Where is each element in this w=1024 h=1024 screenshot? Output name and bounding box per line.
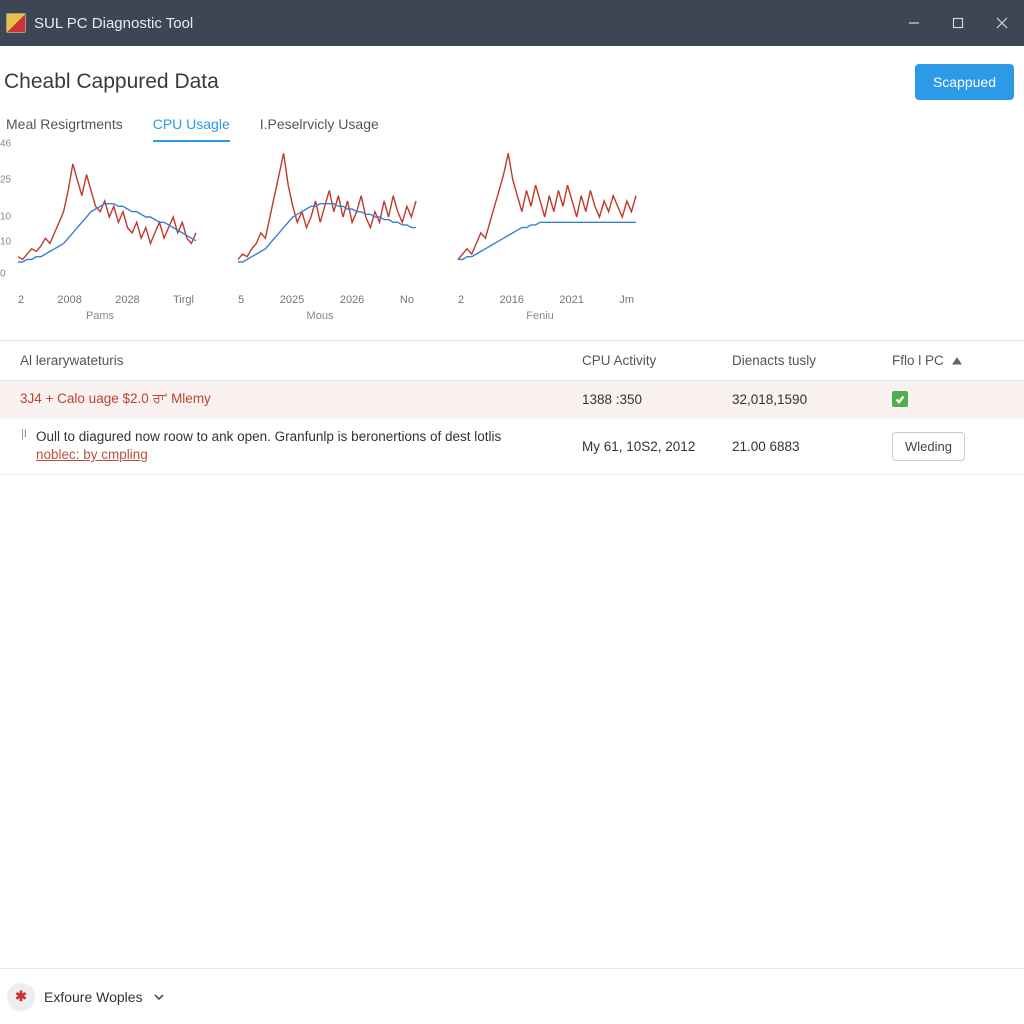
window-title: SUL PC Diagnostic Tool	[34, 15, 193, 32]
chart-1-xaxis: 5 2025 2026 No	[220, 294, 420, 306]
footer-label[interactable]: Exfoure Woples	[44, 989, 143, 1005]
chart-0: 46 25 10 10 0 2 2008 2028 Tirgl Pams	[0, 144, 200, 322]
chart-2-xaxis: 2 2016 2021 Jm	[440, 294, 640, 306]
results-table: Al lerarywateturis CPU Activity Dienacts…	[0, 340, 1024, 475]
row-description: Oull to diagured now roow to ank open. G…	[36, 428, 501, 464]
footer-badge-icon: ✱	[8, 984, 34, 1010]
col-pc[interactable]: Fflo l PC	[892, 353, 988, 368]
sort-asc-icon	[952, 356, 962, 366]
table-row[interactable]: |I Oull to diagured now roow to ank open…	[0, 418, 1024, 475]
chart-1-xlabel: Mous	[220, 310, 420, 322]
row-cpu: My 61, 10S2, 2012	[582, 439, 732, 454]
window-maximize-button[interactable]	[936, 0, 980, 46]
tab-meal-resigrtments[interactable]: Meal Resigrtments	[6, 110, 123, 142]
check-icon	[892, 391, 908, 407]
chevron-down-icon	[153, 991, 165, 1003]
row-marker-icon: |I	[20, 428, 28, 440]
tab-peselrvicly-usage[interactable]: I.Peselrvicly Usage	[260, 110, 379, 142]
col-alerts[interactable]: Al lerarywateturis	[20, 353, 582, 368]
row-primary: 3J4 + Calo uage $2.0 ਰਾ' Mlemy	[20, 391, 211, 407]
row-action: Wleding	[892, 432, 988, 461]
footer-bar: ✱ Exfoure Woples	[0, 968, 1024, 1024]
chart-0-svg	[0, 144, 200, 274]
page-header: Cheabl Cappured Data Scappued	[0, 46, 1024, 106]
tab-strip: Meal Resigrtments CPU Usagle I.Peselrvic…	[0, 110, 1024, 142]
col-diag[interactable]: Dienacts tusly	[732, 353, 892, 368]
table-header: Al lerarywateturis CPU Activity Dienacts…	[0, 341, 1024, 381]
app-icon	[6, 13, 26, 33]
charts-row: 46 25 10 10 0 2 2008 2028 Tirgl Pams	[0, 142, 1024, 330]
chart-0-xaxis: 2 2008 2028 Tirgl	[0, 294, 200, 306]
window-titlebar: SUL PC Diagnostic Tool	[0, 0, 1024, 46]
page-title: Cheabl Cappured Data	[4, 70, 219, 94]
col-cpu[interactable]: CPU Activity	[582, 353, 732, 368]
table-row[interactable]: 3J4 + Calo uage $2.0 ਰਾ' Mlemy 1388 :350…	[0, 381, 1024, 418]
row-link[interactable]: noblec: by cmpling	[36, 447, 148, 462]
window-close-button[interactable]	[980, 0, 1024, 46]
window-minimize-button[interactable]	[892, 0, 936, 46]
chart-2-svg	[440, 144, 640, 274]
capture-button[interactable]: Scappued	[915, 64, 1014, 100]
row-diag: 32,018,1590	[732, 392, 892, 407]
row-action-button[interactable]: Wleding	[892, 432, 965, 461]
row-cpu: 1388 :350	[582, 392, 732, 407]
tab-cpu-usage[interactable]: CPU Usagle	[153, 110, 230, 142]
chart-2-xlabel: Feniu	[440, 310, 640, 322]
row-diag: 21.00 6883	[732, 439, 892, 454]
chart-0-xlabel: Pams	[0, 310, 200, 322]
chart-1-svg	[220, 144, 420, 274]
chart-1: 5 2025 2026 No Mous	[220, 144, 420, 322]
row-action	[892, 391, 988, 407]
chart-2: 2 2016 2021 Jm Feniu	[440, 144, 640, 322]
